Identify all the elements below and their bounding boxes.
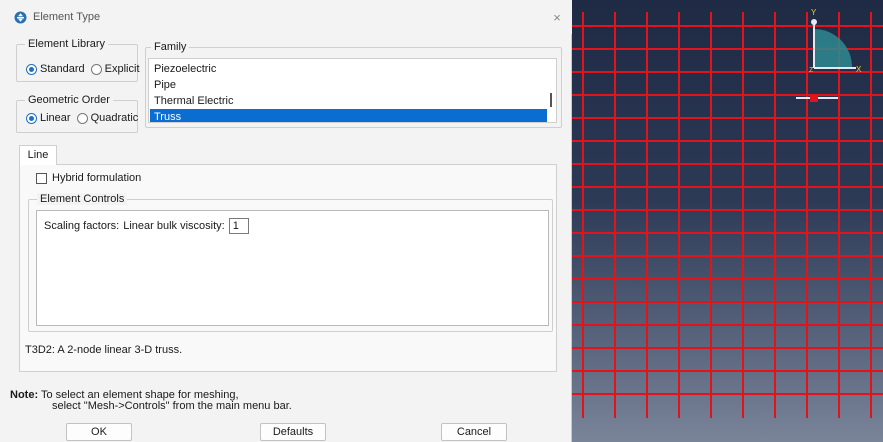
element-controls-box: Scaling factors: Linear bulk viscosity: … [36, 210, 549, 326]
radio-quadratic-indicator[interactable] [76, 112, 88, 124]
linear-bulk-viscosity-label: Linear bulk viscosity: [123, 220, 225, 232]
family-list[interactable]: Piezoelectric Pipe Thermal Electric Trus… [148, 58, 557, 123]
abaqus-logo-icon [14, 11, 27, 24]
element-description: T3D2: A 2-node linear 3-D truss. [25, 344, 183, 356]
family-scrollbar-thumb[interactable] [550, 93, 552, 107]
radio-linear-indicator[interactable] [26, 112, 37, 124]
element-type-dialog: Element Type × Element Library Standard … [0, 0, 572, 442]
triad-x-label: X [856, 65, 862, 74]
element-controls-label: Element Controls [37, 193, 128, 205]
radio-standard[interactable]: Standard [26, 63, 85, 75]
model-viewport[interactable]: Y X Z [572, 0, 883, 442]
cancel-button[interactable]: Cancel [441, 423, 507, 441]
radio-linear[interactable]: Linear [26, 112, 71, 124]
dialog-titlebar: Element Type × [0, 0, 572, 34]
family-label: Family [151, 41, 190, 53]
scaling-factors-label: Scaling factors: [44, 220, 120, 232]
dialog-title: Element Type [33, 11, 101, 23]
radio-explicit[interactable]: Explicit [90, 63, 140, 75]
radio-linear-label: Linear [40, 112, 71, 124]
linear-bulk-viscosity-input[interactable]: 1 [228, 218, 249, 234]
close-button[interactable]: × [549, 10, 565, 26]
hybrid-formulation-checkbox[interactable] [36, 172, 47, 184]
triad-z-label: Z [809, 67, 814, 74]
geometric-order-label: Geometric Order [25, 94, 113, 106]
tab-line[interactable]: Line [19, 145, 57, 165]
radio-explicit-label: Explicit [104, 63, 140, 75]
radio-standard-indicator[interactable] [26, 63, 37, 75]
scaling-factors-row: Scaling factors: Linear bulk viscosity: … [44, 218, 249, 234]
element-library-label: Element Library [25, 38, 109, 50]
radio-standard-label: Standard [40, 63, 85, 75]
geometric-order-options: Linear Quadratic [26, 112, 138, 124]
hybrid-formulation-label: Hybrid formulation [52, 172, 142, 184]
radio-quadratic[interactable]: Quadratic [76, 112, 139, 124]
radio-explicit-indicator[interactable] [90, 63, 102, 75]
triad-y-label: Y [811, 8, 817, 17]
axis-triad-icon: Y X Z [796, 8, 862, 102]
family-item-thermal-electric[interactable]: Thermal Electric [150, 93, 547, 109]
family-item-piezoelectric[interactable]: Piezoelectric [150, 61, 547, 77]
family-item-truss[interactable]: Truss [150, 109, 547, 122]
element-library-options: Standard Explicit [26, 63, 140, 75]
family-item-pipe[interactable]: Pipe [150, 77, 547, 93]
radio-quadratic-label: Quadratic [90, 112, 139, 124]
hybrid-formulation-row[interactable]: Hybrid formulation [36, 172, 141, 184]
note-label: Note: [10, 389, 39, 401]
ok-button[interactable]: OK [66, 423, 132, 441]
defaults-button[interactable]: Defaults [260, 423, 326, 441]
note-line-2: select "Mesh->Controls" from the main me… [52, 400, 292, 412]
